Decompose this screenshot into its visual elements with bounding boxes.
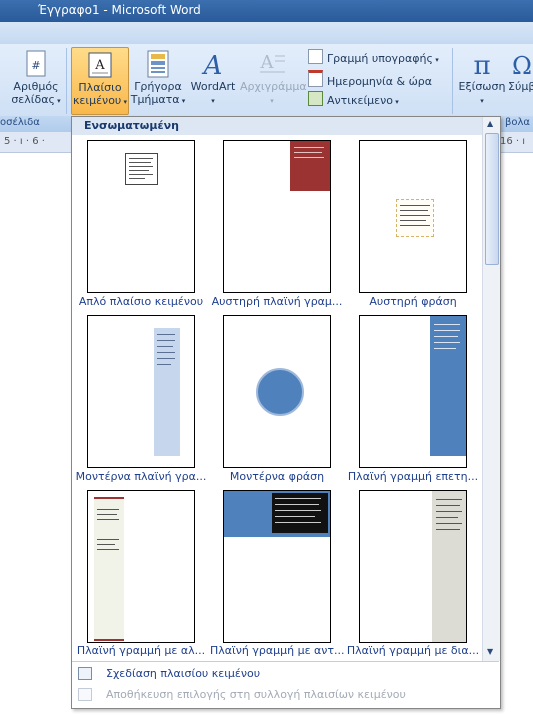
gallery-item-contrast-sidebar[interactable] [223,490,331,643]
drop-cap-icon: A [260,52,285,73]
svg-text:#: # [31,59,40,72]
gallery-caption: Απλό πλαίσιο κειμένου [78,295,204,308]
svg-text:A: A [202,51,223,78]
text-box-icon: A [88,52,112,78]
gallery-caption: Πλαϊνή γραμμή με αντ... [210,644,344,657]
wordart-button[interactable]: A WordArt ▾ [188,50,238,108]
ribbon-tabs-strip [0,22,533,45]
wordart-icon: A [202,51,223,78]
pi-icon: π [473,51,490,78]
gallery-caption: Πλαϊνή γραμμή με δια... [346,644,480,657]
gallery-caption: Πλαϊνή γραμμή επετη... [347,470,479,483]
gallery-item-annual-sidebar[interactable] [359,315,467,468]
gallery-caption: Μοντέρνα φράση [229,470,325,483]
omega-icon: Ω [512,52,532,78]
gallery-item-transparent-sidebar[interactable] [359,490,467,643]
footer-separator [72,661,499,662]
page-number-icon: # [26,50,46,77]
gallery-scrollbar[interactable]: ▲ ▼ [482,117,500,661]
page-number-button[interactable]: # Αριθμός σελίδας ▾ [8,50,64,108]
gallery-item-modern-sidebar[interactable] [87,315,195,468]
svg-text:A: A [260,52,275,73]
gray-sidebar-preview [432,491,466,642]
svg-text:A: A [94,58,105,73]
gallery-item-simple-text-box[interactable] [87,140,195,293]
gallery-caption: Πλαϊνή γραμμή με αλ... [76,644,206,657]
blue-sidebar-preview [430,316,466,456]
scroll-down-arrow-icon[interactable]: ▼ [487,647,493,656]
circle-quote-preview [256,368,304,416]
red-sidebar-preview [290,141,330,191]
date-time-button[interactable]: Ημερομηνία & ώρα [308,70,432,88]
object-button[interactable]: Αντικείμενο ▾ [308,91,399,109]
quote-preview [396,199,434,237]
title-bar: Έγγραφο1 - Microsoft Word [0,0,533,22]
draw-text-box-menu-item[interactable]: Σχεδίαση πλαισίου κειμένου [72,664,499,684]
ribbon: # Αριθμός σελίδας ▾ A Πλαίσιο κειμένου ▾… [0,44,533,116]
drop-cap-button[interactable]: A Αρχιγράμμα ▾ [240,50,307,108]
svg-text:π: π [473,51,490,78]
gallery-item-modern-quote[interactable] [223,315,331,468]
gallery-caption: Αυστηρή φράση [369,295,457,308]
gallery-caption: Αυστηρή πλαϊνή γραμ... [211,295,343,308]
ribbon-separator [66,48,67,114]
scroll-up-arrow-icon[interactable]: ▲ [487,119,493,128]
calendar-icon [308,70,323,87]
window-title: Έγγραφο1 - Microsoft Word [38,3,201,17]
gallery-section-header: Ενσωματωμένη [72,117,482,135]
object-icon [308,91,323,106]
text-box-button[interactable]: A Πλαίσιο κειμένου ▾ [71,47,129,115]
text-box-gallery: Ενσωματωμένη ▲ ▼ Απλό πλαίσιο κειμένου Α… [71,116,501,709]
black-box-preview [272,493,328,533]
ribbon-separator [452,48,453,114]
signature-icon [308,49,323,64]
quick-parts-button[interactable]: Γρήγορα Τμήματα ▾ [130,50,186,108]
gallery-item-austere-quote[interactable] [359,140,467,293]
symbol-button[interactable]: Ω Σύμβ [508,50,533,93]
quick-parts-icon [147,50,169,78]
gallery-item-austere-sidebar[interactable] [223,140,331,293]
scrollbar-thumb[interactable] [485,133,499,265]
cream-sidebar-preview [94,497,124,641]
equation-button[interactable]: π Εξίσωση ▾ [456,50,508,108]
gallery-caption: Μοντέρνα πλαϊνή γρα... [75,470,207,483]
save-selection-menu-item[interactable]: Αποθήκευση επιλογής στη συλλογή πλαισίων… [72,685,499,705]
gallery-item-alphabet-sidebar[interactable] [87,490,195,643]
svg-text:Ω: Ω [512,52,532,78]
draw-text-box-icon [78,667,92,680]
light-blue-sidebar-preview [154,328,180,456]
signature-line-button[interactable]: Γραμμή υπογραφής ▾ [308,49,439,67]
text-box-preview [125,153,158,185]
save-selection-icon [78,688,92,701]
blue-band-preview [224,491,330,537]
